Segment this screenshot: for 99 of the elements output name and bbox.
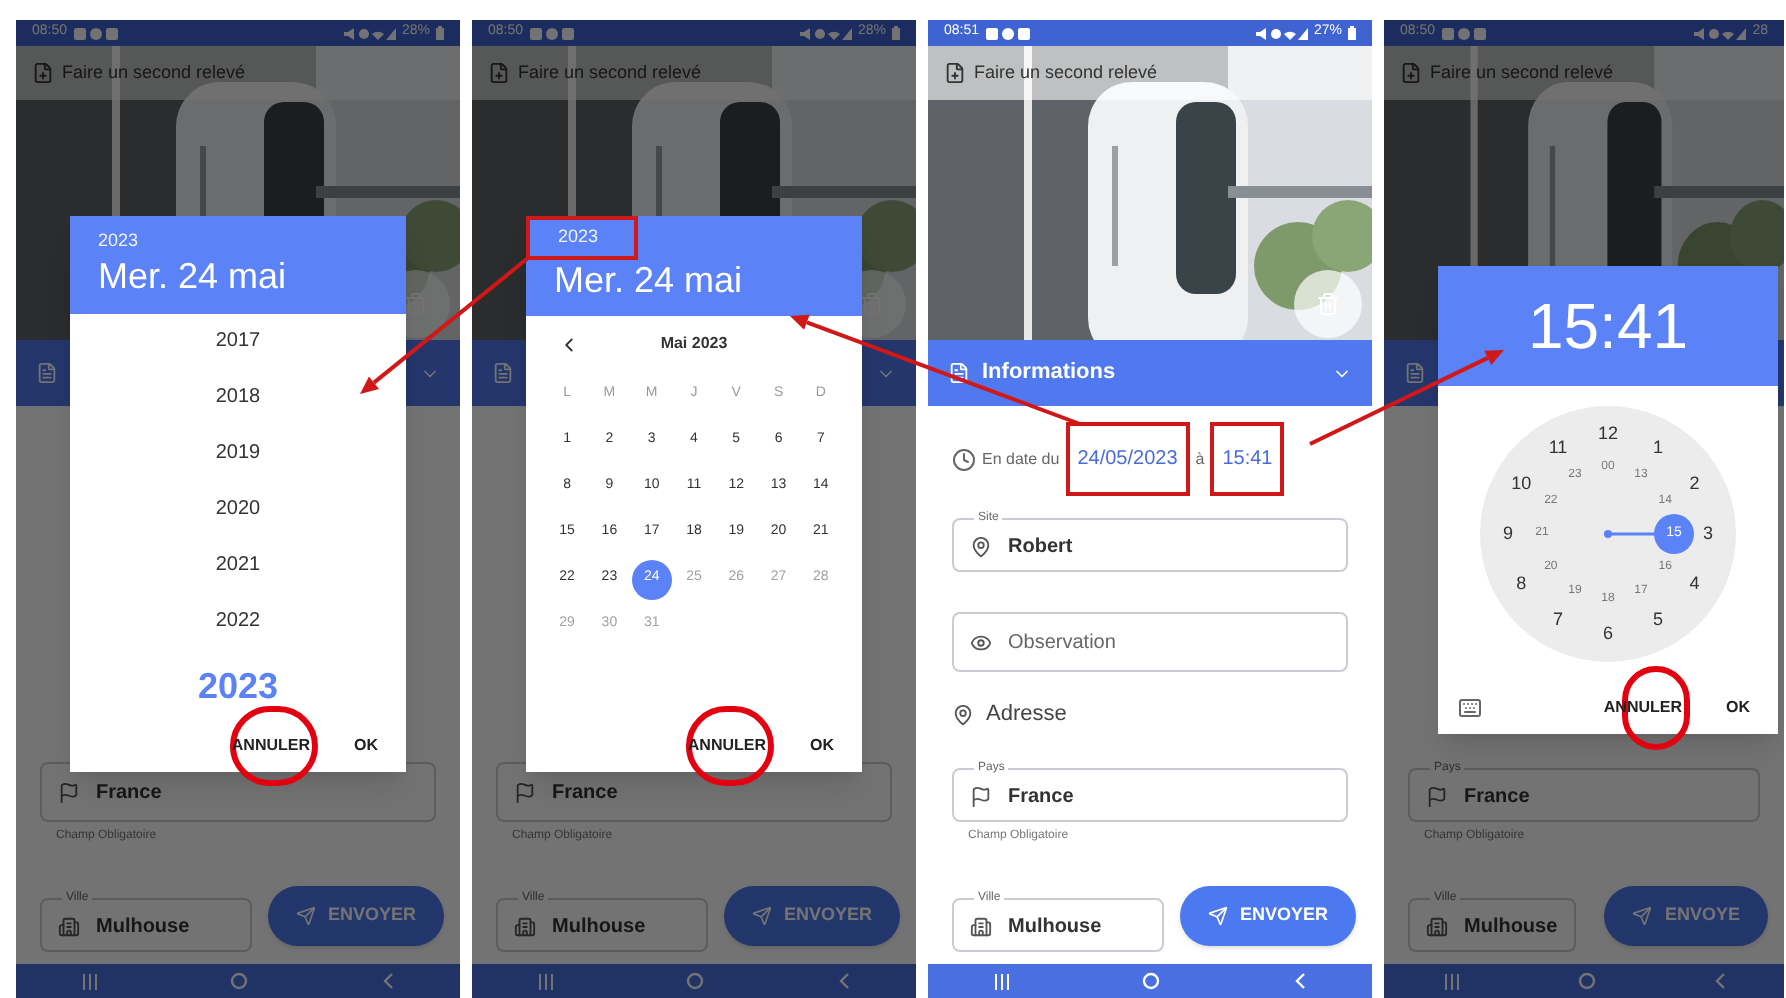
document-icon [488, 62, 510, 84]
text-field[interactable]: Observation [952, 612, 1348, 672]
location-pin-icon [952, 703, 974, 725]
hour-number[interactable]: 3 [1703, 520, 1713, 548]
year-option[interactable]: 2020 [215, 481, 261, 538]
section-bar[interactable]: Informations [928, 340, 1372, 406]
status-icons-drawing [343, 27, 396, 39]
flag-icon [514, 781, 536, 803]
document-icon [1400, 62, 1422, 84]
home-icon[interactable] [686, 972, 705, 990]
document-icon [492, 362, 514, 384]
eye-icon [970, 631, 992, 653]
city-value: Mulhouse [1008, 914, 1102, 942]
status-icons-drawing [1255, 27, 1308, 39]
recent-apps-icon[interactable] [82, 973, 99, 989]
flag-icon [970, 786, 992, 808]
country-value: France [552, 779, 618, 807]
back-icon[interactable] [381, 972, 394, 990]
ok-button[interactable]: OK [810, 734, 834, 758]
back-icon[interactable] [1713, 972, 1725, 990]
country-value: France [96, 779, 162, 807]
ok-button[interactable]: OK [1726, 696, 1750, 720]
title-text: Faire un second relevé [974, 59, 1158, 86]
observation-placeholder: Observation [1008, 629, 1116, 657]
send-button[interactable]: ENVOYER [1179, 886, 1356, 946]
ok-button[interactable]: OK [354, 734, 378, 759]
date-field[interactable]: 24/05/2023 [1065, 422, 1190, 496]
notification-icons-drawing [1441, 27, 1486, 39]
header-date: Mer. 24 mai [98, 255, 289, 295]
building-icon [1426, 916, 1448, 938]
hour-number[interactable]: 9 [1503, 520, 1513, 548]
send-icon [1207, 906, 1228, 926]
battery-icon [1348, 26, 1356, 40]
battery-icon [892, 26, 900, 40]
year-option[interactable]: 2017 [215, 313, 261, 370]
month-title: Mai 2023 [660, 332, 728, 356]
hour-number[interactable]: 7 [1553, 607, 1563, 635]
hour-number[interactable]: 5 [1653, 607, 1663, 635]
send-icon [295, 906, 316, 926]
site-value: Robert [1008, 534, 1073, 562]
hour-number[interactable]: 4 [1689, 570, 1700, 598]
title-bar[interactable]: Faire un second relevé [928, 46, 1372, 100]
document-icon [944, 62, 966, 84]
hour-number[interactable]: 12 [1598, 420, 1618, 448]
hour-number[interactable]: 2 [1689, 470, 1700, 498]
back-icon[interactable] [837, 972, 850, 990]
hour-number[interactable]: 1 [1653, 433, 1663, 461]
notification-icons-drawing [985, 27, 1030, 39]
hour-number[interactable]: 8 [1516, 570, 1527, 598]
home-icon[interactable] [1577, 972, 1595, 990]
document-icon [32, 62, 54, 84]
recent-apps-icon[interactable] [538, 973, 555, 989]
date-time-joiner: à [1195, 447, 1205, 471]
title-text: Faire un second relevé [62, 59, 246, 86]
header-date: Mer. 24 mai [554, 260, 745, 300]
title-text: Faire un second relevé [518, 59, 702, 86]
city-value: Mulhouse [1464, 914, 1558, 942]
recent-apps-icon[interactable] [1443, 973, 1459, 989]
document-icon [948, 362, 970, 384]
city-value: Mulhouse [552, 914, 646, 942]
flag-icon [1426, 786, 1448, 808]
notification-icons-drawing [73, 27, 118, 39]
building-icon [58, 916, 80, 938]
year-option[interactable]: 2019 [215, 425, 261, 482]
year-option[interactable]: 2022 [215, 593, 261, 650]
title-text: Faire un second relevé [1430, 59, 1614, 86]
year-option[interactable]: 2021 [215, 537, 261, 594]
recent-apps-icon[interactable] [994, 973, 1011, 989]
home-icon[interactable] [1142, 972, 1161, 990]
clock-icon [952, 447, 976, 471]
header-time: 15:41 [1527, 288, 1689, 366]
year-option[interactable]: 2018 [215, 369, 261, 426]
location-pin-icon [970, 536, 992, 558]
building-icon [514, 916, 536, 938]
building-icon [970, 916, 992, 938]
status-icons-drawing [799, 27, 852, 39]
notification-icons-drawing [529, 27, 574, 39]
city-value: Mulhouse [96, 914, 190, 942]
hour-number[interactable]: 11 [1548, 433, 1568, 461]
hour-number[interactable]: 10 [1511, 470, 1532, 498]
keyboard-icon[interactable] [1458, 696, 1482, 720]
country-value: France [1008, 784, 1074, 812]
send-icon [751, 906, 772, 926]
battery-icon [436, 26, 444, 40]
year-option[interactable]: 2023 [197, 649, 279, 722]
section-heading: Adresse [986, 699, 1067, 730]
country-value: France [1464, 784, 1530, 812]
status-icons-drawing [1694, 27, 1747, 39]
section-title: Informations [982, 358, 1116, 389]
date-prefix: En date du [982, 447, 1060, 471]
send-icon [1632, 906, 1653, 926]
document-icon [36, 362, 58, 384]
trash-icon [1316, 292, 1340, 316]
hour-number[interactable]: 6 [1603, 620, 1613, 648]
flag-icon [58, 781, 80, 803]
document-icon [1404, 362, 1426, 384]
home-icon[interactable] [230, 972, 249, 990]
back-icon[interactable] [1293, 972, 1306, 990]
time-field[interactable]: 15:41 [1210, 422, 1285, 496]
